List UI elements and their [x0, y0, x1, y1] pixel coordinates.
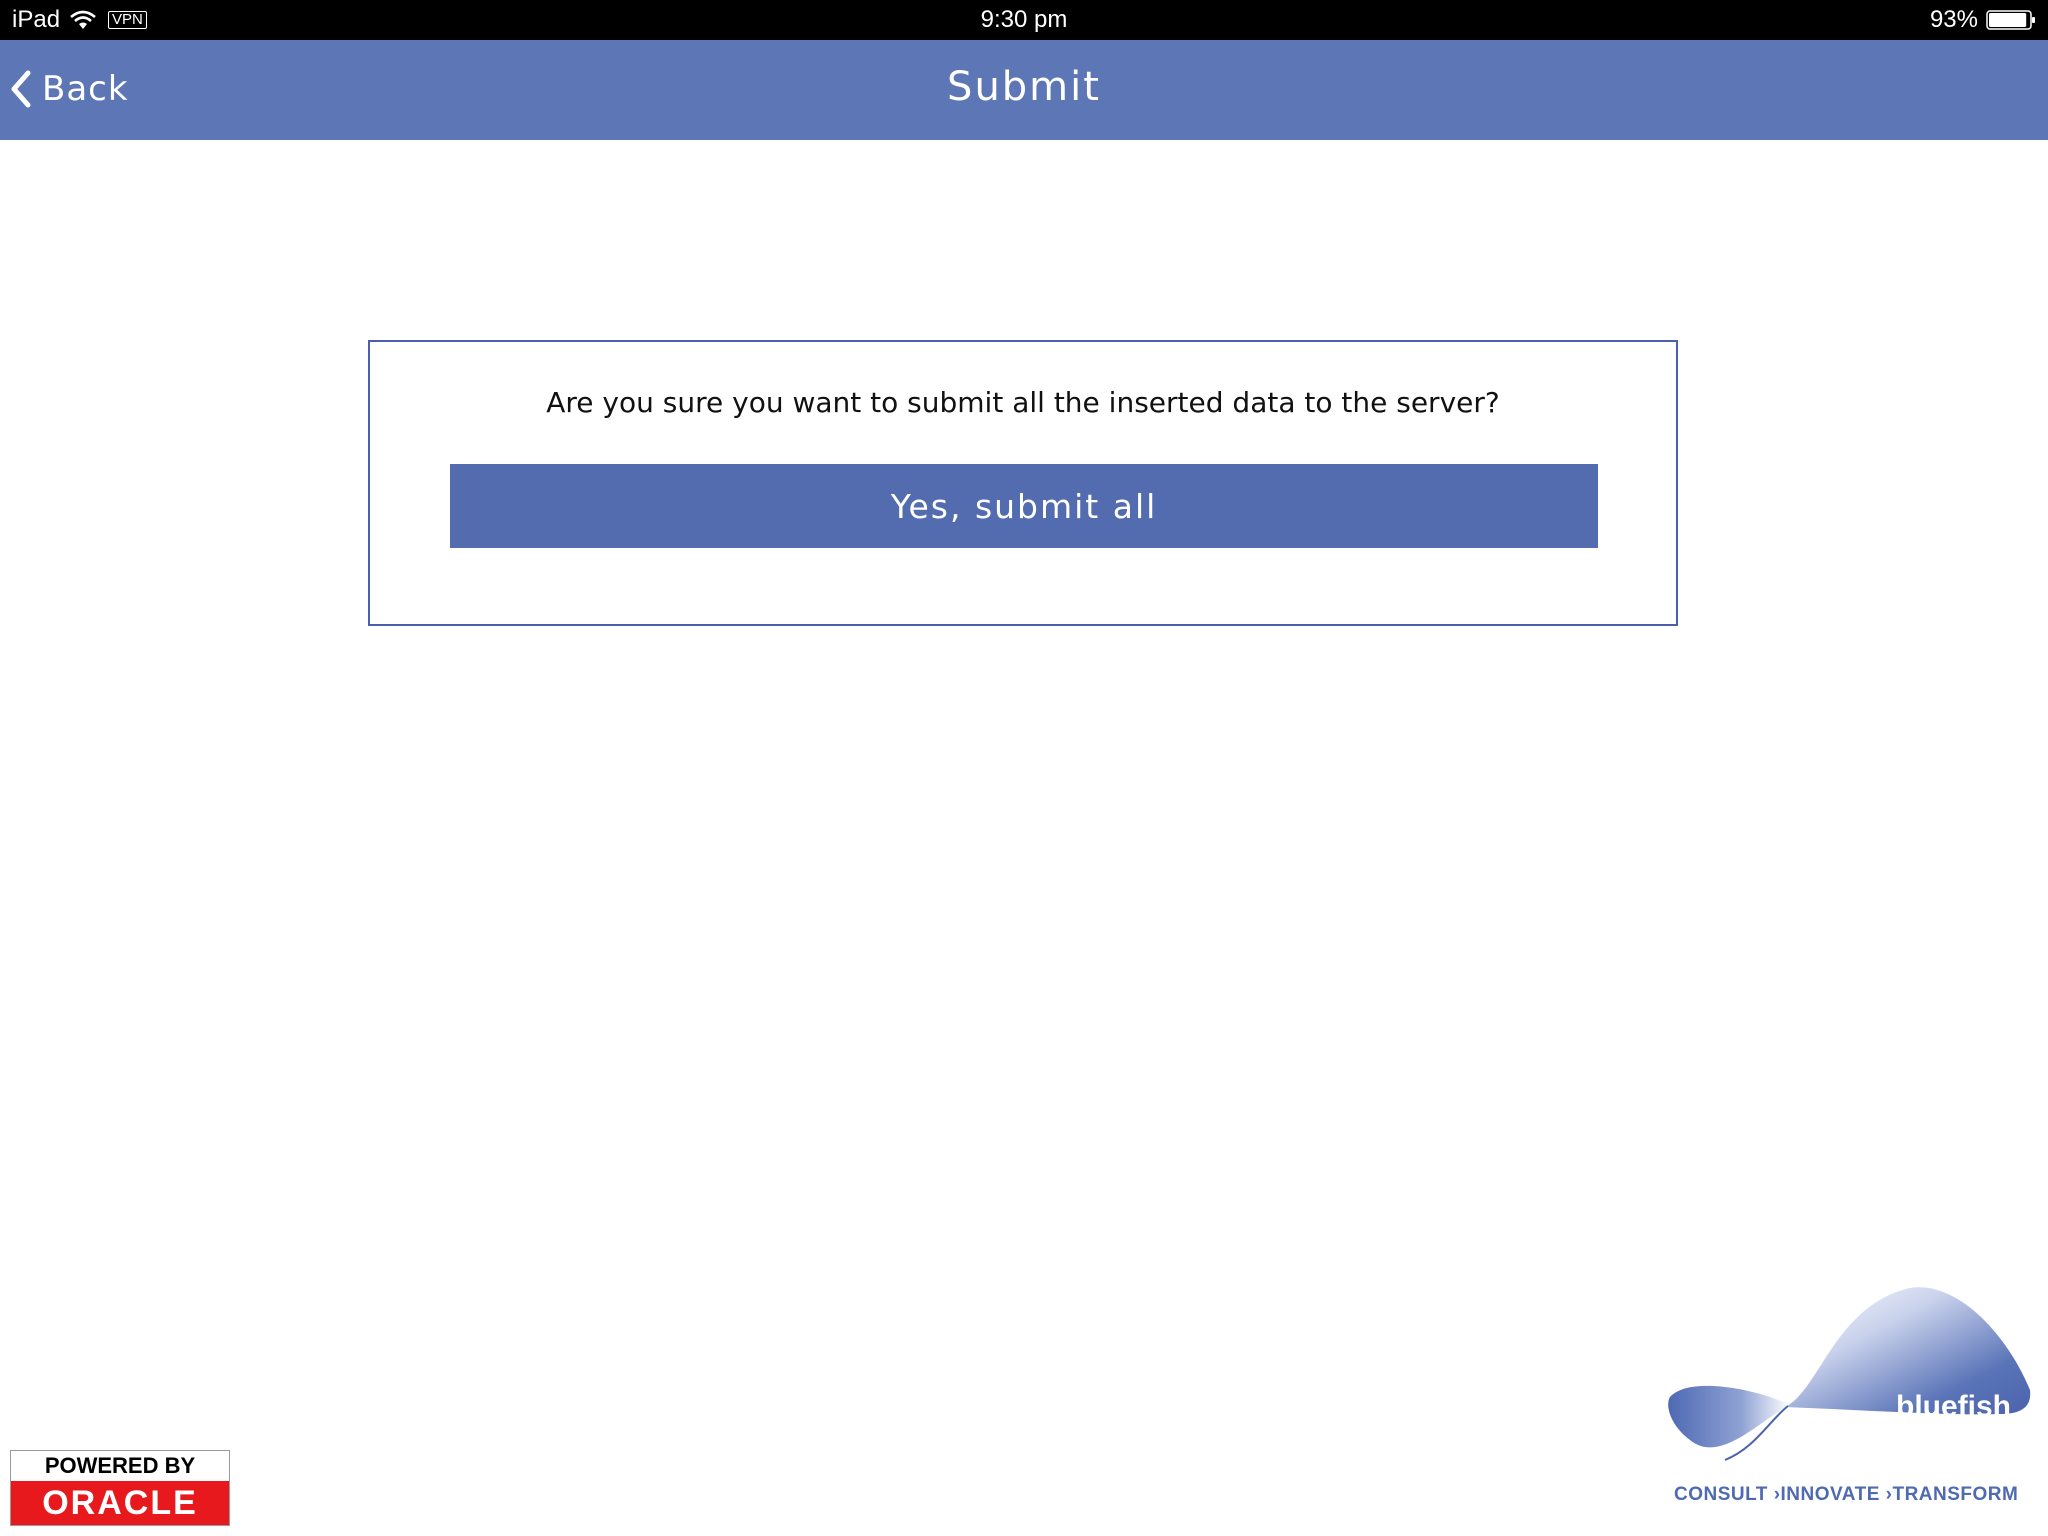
oracle-powered-by: POWERED BY: [11, 1451, 229, 1481]
oracle-wordmark: ORACLE: [11, 1481, 229, 1525]
submit-all-button[interactable]: Yes, submit all: [450, 464, 1598, 548]
battery-icon: [1986, 10, 2035, 30]
confirm-dialog: Are you sure you want to submit all the …: [368, 340, 1678, 626]
battery-percent: 93%: [1929, 6, 1978, 33]
status-bar: iPad VPN 9:30 pm 93%: [0, 0, 2048, 40]
bluefish-logo: bluefish CONSULT ›INNOVATE ›TRANSFORM: [1660, 1280, 2040, 1520]
bluefish-wave-icon: [1668, 1287, 2031, 1461]
nav-bar: Back Submit: [0, 40, 2048, 140]
oracle-logo: POWERED BY ORACLE: [10, 1450, 230, 1526]
bluefish-tagline: CONSULT ›INNOVATE ›TRANSFORM: [1674, 1484, 2019, 1505]
status-right: 93%: [1930, 6, 2036, 34]
bluefish-name: bluefish: [1896, 1390, 2012, 1423]
status-time: 9:30 pm: [980, 6, 1068, 33]
confirm-message: Are you sure you want to submit all the …: [546, 386, 1500, 419]
page-title: Submit: [947, 64, 1101, 110]
